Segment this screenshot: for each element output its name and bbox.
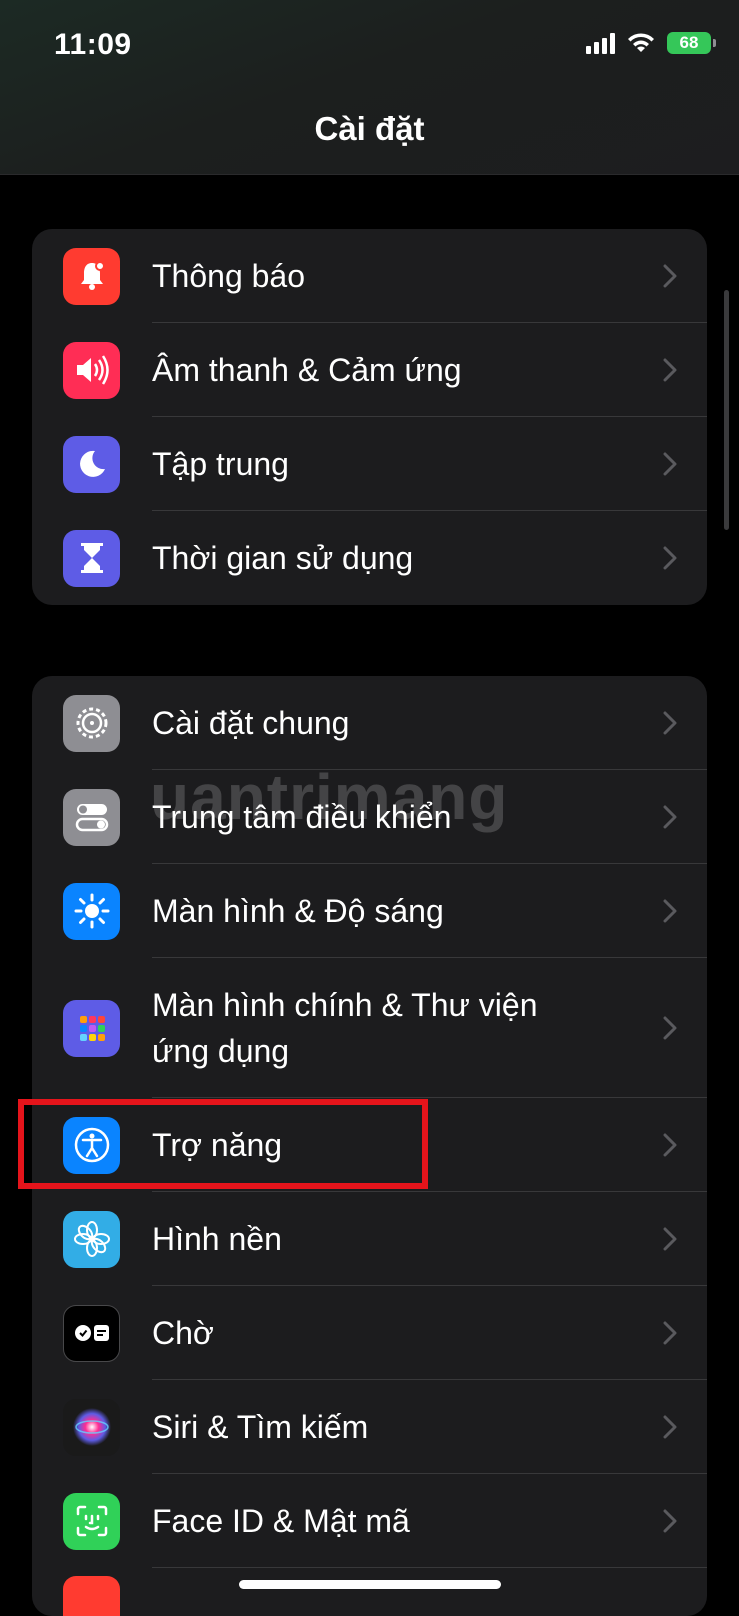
chevron-right-icon xyxy=(663,1415,677,1439)
scroll-indicator[interactable] xyxy=(724,290,729,530)
settings-group-1: Thông báo Âm thanh & Cảm ứng Tập trung T… xyxy=(32,229,707,605)
chevron-right-icon xyxy=(663,899,677,923)
chevron-right-icon xyxy=(663,1509,677,1533)
app-grid-icon xyxy=(63,999,120,1057)
standby-icon xyxy=(63,1304,120,1362)
settings-row-focus[interactable]: Tập trung xyxy=(32,417,707,511)
status-and-nav-area: 11:09 68 Cài đặt xyxy=(0,0,739,175)
settings-row-partial[interactable] xyxy=(32,1568,707,1616)
row-label: Siri & Tìm kiếm xyxy=(152,1409,369,1445)
status-time: 11:09 xyxy=(54,28,132,61)
battery-level: 68 xyxy=(679,33,699,52)
settings-row-wallpaper[interactable]: Hình nền xyxy=(32,1192,707,1286)
settings-row-faceid[interactable]: Face ID & Mật mã xyxy=(32,1474,707,1568)
settings-row-sounds[interactable]: Âm thanh & Cảm ứng xyxy=(32,323,707,417)
page-title: Cài đặt xyxy=(314,110,425,147)
chevron-right-icon xyxy=(663,452,677,476)
wifi-icon xyxy=(628,33,654,52)
row-label: Thông báo xyxy=(152,258,306,294)
chevron-right-icon xyxy=(663,1016,677,1040)
settings-row-siri[interactable]: Siri & Tìm kiếm xyxy=(32,1380,707,1474)
chevron-right-icon xyxy=(663,711,677,735)
app-icon-partial xyxy=(63,1576,120,1616)
chevron-right-icon xyxy=(663,805,677,829)
status-icons: 68 xyxy=(586,32,716,54)
settings-row-home-screen[interactable]: Màn hình chính & Thư viện ứng dụng xyxy=(32,958,707,1098)
chevron-right-icon xyxy=(663,1227,677,1251)
row-label: Màn hình & Độ sáng xyxy=(152,893,444,929)
row-label: Màn hình chính & Thư viện ứng dụng xyxy=(152,987,538,1069)
row-label: Face ID & Mật mã xyxy=(152,1503,410,1539)
settings-row-screen-time[interactable]: Thời gian sử dụng xyxy=(32,511,707,605)
home-indicator[interactable] xyxy=(239,1580,501,1589)
siri-icon xyxy=(63,1398,120,1456)
faceid-icon xyxy=(63,1492,120,1550)
moon-icon xyxy=(63,435,120,493)
row-label: Tập trung xyxy=(152,446,289,482)
row-label: Âm thanh & Cảm ứng xyxy=(152,352,462,388)
bell-icon xyxy=(63,247,120,305)
sun-icon xyxy=(63,882,120,940)
row-label: Hình nền xyxy=(152,1221,282,1257)
flower-icon xyxy=(63,1210,120,1268)
settings-row-display-brightness[interactable]: Màn hình & Độ sáng xyxy=(32,864,707,958)
watermark: uantrimang xyxy=(150,761,509,833)
hourglass-icon xyxy=(63,529,120,587)
chevron-right-icon xyxy=(663,546,677,570)
battery-indicator: 68 xyxy=(667,32,716,54)
settings-row-standby[interactable]: Chờ xyxy=(32,1286,707,1380)
chevron-right-icon xyxy=(663,358,677,382)
highlight-box xyxy=(18,1099,428,1189)
settings-row-general[interactable]: Cài đặt chung xyxy=(32,676,707,770)
toggles-icon xyxy=(63,788,120,846)
cellular-signal-icon xyxy=(586,32,615,54)
settings-row-notifications[interactable]: Thông báo xyxy=(32,229,707,323)
row-label: Chờ xyxy=(152,1315,214,1351)
row-label: Cài đặt chung xyxy=(152,705,350,741)
row-label: Thời gian sử dụng xyxy=(152,540,414,576)
speaker-icon xyxy=(63,341,120,399)
gear-icon xyxy=(63,694,120,752)
chevron-right-icon xyxy=(663,1133,677,1157)
chevron-right-icon xyxy=(663,264,677,288)
chevron-right-icon xyxy=(663,1321,677,1345)
